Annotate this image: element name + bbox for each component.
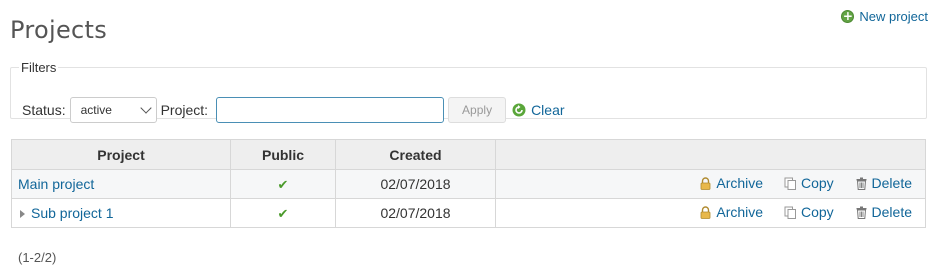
archive-label: Archive — [716, 204, 764, 221]
plus-circle-icon: + — [841, 9, 855, 23]
clear-label: Clear — [531, 102, 565, 118]
status-select[interactable]: active — [69, 97, 157, 123]
copy-link[interactable]: Copy — [784, 204, 834, 220]
clear-link[interactable]: Clear — [512, 102, 565, 118]
trash-icon — [856, 177, 867, 190]
status-select-value: active — [80, 103, 112, 117]
actions-cell: Archive Copy Delete — [495, 169, 926, 199]
delete-label: Delete — [871, 175, 912, 192]
delete-link[interactable]: Delete — [855, 175, 912, 191]
pagination-info: (1-2/2) — [18, 250, 57, 265]
column-header-actions — [495, 139, 926, 170]
created-cell: 02/07/2018 — [335, 169, 496, 199]
checkmark-icon: ✔ — [277, 206, 289, 222]
public-cell: ✔ — [230, 169, 336, 199]
trash-icon — [856, 206, 867, 219]
lock-icon — [700, 177, 711, 190]
project-link-sub[interactable]: Sub project 1 — [31, 205, 114, 221]
project-link-main[interactable]: Main project — [18, 176, 94, 192]
project-label: Project: — [160, 102, 209, 118]
checkmark-icon: ✔ — [277, 177, 289, 193]
delete-label: Delete — [871, 204, 912, 221]
projects-table: Project Public Created Main project ✔ 02… — [11, 139, 926, 228]
copy-icon — [784, 177, 796, 190]
table-row: Main project ✔ 02/07/2018 Archive Copy D… — [11, 169, 926, 199]
new-project-link[interactable]: + New project — [841, 9, 928, 24]
new-project-label: New project — [859, 9, 928, 24]
reload-icon — [512, 103, 526, 117]
column-header-project[interactable]: Project — [11, 139, 231, 170]
archive-link[interactable]: Archive — [699, 175, 763, 191]
copy-label: Copy — [800, 175, 834, 192]
filters-legend: Filters — [21, 60, 57, 75]
project-name-cell: Main project — [11, 169, 231, 199]
project-name-cell: Sub project 1 — [11, 198, 231, 228]
page-title: Projects — [10, 16, 108, 44]
column-header-created[interactable]: Created — [335, 139, 496, 170]
archive-link[interactable]: Archive — [699, 204, 763, 220]
table-row: Sub project 1 ✔ 02/07/2018 Archive Copy … — [11, 198, 926, 228]
filter-row: Status: active Project: Apply Clear — [22, 97, 565, 123]
column-header-public[interactable]: Public — [230, 139, 336, 170]
chevron-down-icon — [139, 102, 152, 114]
archive-label: Archive — [716, 175, 764, 192]
status-label: Status: — [22, 102, 66, 118]
created-cell: 02/07/2018 — [335, 198, 496, 228]
filters-fieldset: Filters Status: active Project: Apply Cl… — [10, 60, 927, 123]
copy-label: Copy — [800, 204, 834, 221]
copy-icon — [784, 206, 796, 219]
project-name-input[interactable] — [216, 97, 445, 123]
delete-link[interactable]: Delete — [855, 204, 912, 220]
apply-button[interactable]: Apply — [448, 97, 507, 123]
expand-arrow-icon[interactable] — [20, 210, 25, 219]
public-cell: ✔ — [230, 198, 336, 228]
actions-cell: Archive Copy Delete — [495, 198, 926, 228]
table-header-row: Project Public Created — [11, 139, 926, 170]
lock-icon — [700, 206, 711, 219]
copy-link[interactable]: Copy — [784, 175, 834, 191]
